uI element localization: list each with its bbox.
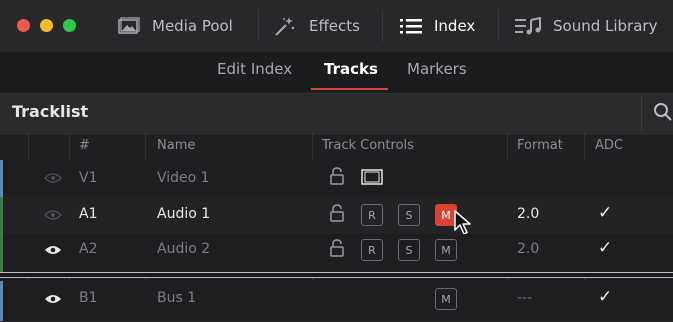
toolbar-divider xyxy=(258,10,259,42)
lock-icon[interactable] xyxy=(329,167,345,185)
track-format: 2.0 xyxy=(517,241,540,257)
active-tab-indicator xyxy=(311,88,388,90)
column-adc[interactable]: ADC xyxy=(595,138,623,153)
media-pool-label: Media Pool xyxy=(152,17,233,35)
index-list-icon xyxy=(400,19,422,34)
adc-checkbox[interactable]: ✓ xyxy=(598,203,612,223)
minimize-window-button[interactable] xyxy=(40,19,53,32)
sound-library-icon xyxy=(515,17,541,35)
media-pool-button[interactable]: Media Pool xyxy=(118,0,233,52)
tab-edit-index[interactable]: Edit Index xyxy=(217,60,292,78)
track-row-b1[interactable] xyxy=(0,281,673,322)
solo-button[interactable]: S xyxy=(398,239,420,261)
media-pool-icon xyxy=(118,17,140,34)
track-format: --- xyxy=(517,290,533,306)
eye-icon-hidden[interactable] xyxy=(44,209,62,221)
track-color-strip xyxy=(0,197,3,235)
tab-tracks[interactable]: Tracks xyxy=(324,60,378,78)
toolbar-divider xyxy=(382,10,383,42)
track-id: A2 xyxy=(79,241,98,257)
effects-wand-icon xyxy=(275,17,295,36)
track-format: 2.0 xyxy=(517,206,540,222)
track-name[interactable]: Audio 1 xyxy=(157,206,210,222)
track-name[interactable]: Bus 1 xyxy=(157,290,196,306)
eye-icon-hidden[interactable] xyxy=(44,172,62,184)
tracklist-header xyxy=(0,93,673,134)
track-color-strip xyxy=(0,281,3,321)
track-name[interactable]: Audio 2 xyxy=(157,241,210,257)
lock-icon[interactable] xyxy=(329,204,345,222)
index-label: Index xyxy=(434,17,476,35)
mute-button[interactable]: M xyxy=(435,288,457,310)
column-format[interactable]: Format xyxy=(517,138,563,153)
adc-checkbox[interactable]: ✓ xyxy=(598,238,612,258)
track-id: V1 xyxy=(79,170,98,186)
track-id: B1 xyxy=(79,290,98,306)
effects-button[interactable]: Effects xyxy=(273,0,360,52)
column-name[interactable]: Name xyxy=(157,138,195,153)
index-button[interactable]: Index xyxy=(400,0,475,52)
search-divider xyxy=(641,95,642,131)
eye-icon[interactable] xyxy=(44,244,62,256)
toolbar-divider xyxy=(498,10,499,42)
adc-checkbox[interactable]: ✓ xyxy=(598,287,612,307)
tracklist-title: Tracklist xyxy=(12,102,89,121)
effects-label: Effects xyxy=(309,17,360,35)
track-name[interactable]: Video 1 xyxy=(157,170,210,186)
record-arm-button[interactable]: R xyxy=(361,239,383,261)
video-toggle-icon[interactable] xyxy=(361,169,383,185)
track-id: A1 xyxy=(79,206,98,222)
column-number[interactable]: # xyxy=(79,138,90,153)
sound-library-label: Sound Library xyxy=(553,17,658,35)
record-arm-button[interactable]: R xyxy=(361,204,383,226)
column-track-controls[interactable]: Track Controls xyxy=(322,138,414,153)
mouse-cursor-icon xyxy=(454,210,471,235)
maximize-window-button[interactable] xyxy=(63,19,76,32)
eye-icon[interactable] xyxy=(44,293,62,305)
solo-button[interactable]: S xyxy=(398,204,420,226)
sound-library-button[interactable]: Sound Library xyxy=(515,0,657,52)
lock-icon[interactable] xyxy=(329,239,345,257)
search-icon[interactable] xyxy=(653,102,673,122)
close-window-button[interactable] xyxy=(17,19,30,32)
track-color-strip xyxy=(0,160,3,198)
track-color-strip xyxy=(0,234,3,272)
tab-markers[interactable]: Markers xyxy=(407,60,467,78)
mute-button[interactable]: M xyxy=(435,239,457,261)
track-type-divider[interactable] xyxy=(0,272,673,278)
